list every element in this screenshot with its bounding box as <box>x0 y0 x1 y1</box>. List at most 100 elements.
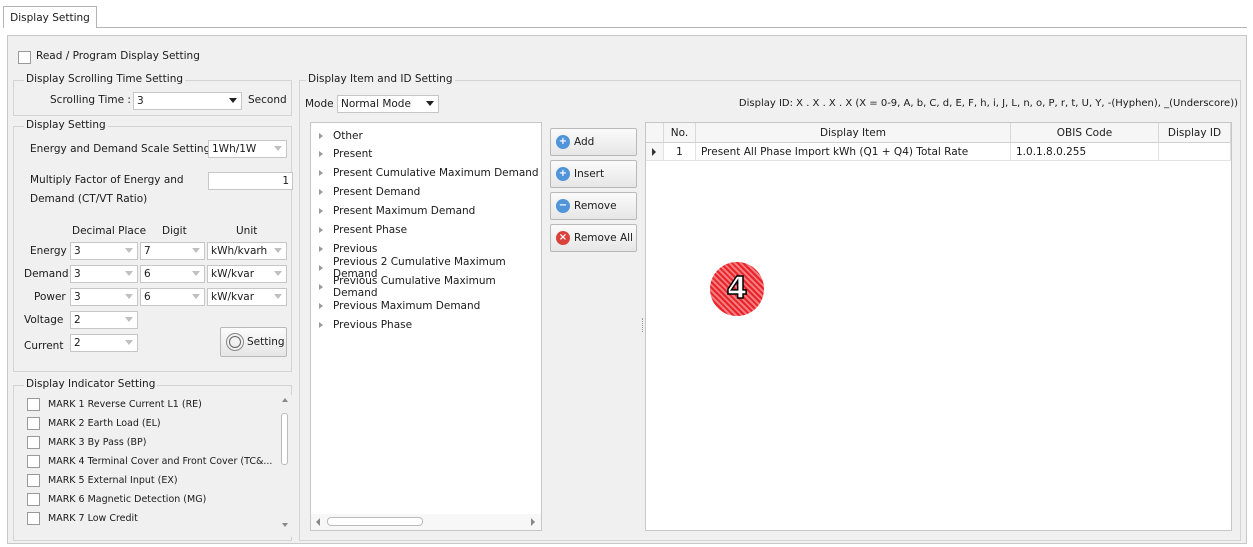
grid-header-display-item-label: Display Item <box>820 126 886 139</box>
insert-button[interactable]: + Insert <box>550 160 637 188</box>
read-program-checkbox[interactable] <box>18 51 31 64</box>
indicator-item-7[interactable]: MARK 7 Low Credit <box>27 509 138 527</box>
expand-arrow-icon[interactable] <box>319 208 323 214</box>
table-cell-obis-code-value: 1.0.1.8.0.255 <box>1016 145 1087 158</box>
expand-arrow-icon[interactable] <box>319 151 323 157</box>
grid-header-obis-code[interactable]: OBIS Code <box>1011 123 1159 143</box>
indicator-item-6[interactable]: MARK 6 Magnetic Detection (MG) <box>27 490 206 508</box>
demand-unit-combo[interactable]: kW/kvar <box>207 265 287 283</box>
energy-decimal-combo[interactable]: 3 <box>70 242 138 260</box>
energy-digit-value: 7 <box>144 245 151 257</box>
expand-arrow-icon[interactable] <box>319 284 323 290</box>
chevron-down-icon <box>274 294 282 299</box>
table-cell-display-item[interactable]: Present All Phase Import kWh (Q1 + Q4) T… <box>696 143 1011 161</box>
scrolling-time-value: 3 <box>137 95 144 107</box>
table-cell-no[interactable]: 1 <box>664 143 696 161</box>
multiply-factor-value: 1 <box>282 175 289 187</box>
setting-button[interactable]: Setting <box>220 327 287 357</box>
display-item-grid[interactable]: No. Display Item OBIS Code Display ID 1 … <box>645 122 1232 531</box>
tree-hscrollbar[interactable] <box>311 514 541 530</box>
tree-item-previous-cumulative-max-demand[interactable]: Previous Cumulative Maximum Demand <box>319 275 541 299</box>
tree-item-other[interactable]: Other <box>319 127 363 145</box>
col-unit: Unit <box>236 225 258 237</box>
expand-arrow-icon[interactable] <box>319 322 323 328</box>
scroll-left-icon[interactable] <box>316 518 320 526</box>
indicator-item-1[interactable]: MARK 1 Reverse Current L1 (RE) <box>27 395 202 413</box>
remove-all-button[interactable]: × Remove All <box>550 224 637 252</box>
table-cell-display-id[interactable] <box>1159 143 1231 161</box>
expand-arrow-icon[interactable] <box>319 189 323 195</box>
indicator-scrollbar[interactable] <box>279 395 291 531</box>
energy-decimal-value: 3 <box>74 245 81 257</box>
add-button[interactable]: + Add <box>550 128 637 156</box>
tree-item-present-phase[interactable]: Present Phase <box>319 221 407 239</box>
tree-item-present-cumulative-max-demand[interactable]: Present Cumulative Maximum Demand <box>319 164 539 182</box>
indicator-checkbox-2[interactable] <box>27 416 40 430</box>
remove-button[interactable]: − Remove <box>550 192 637 220</box>
scrolling-time-combo[interactable]: 3 <box>133 92 242 110</box>
display-indicator-group-title: Display Indicator Setting <box>24 378 158 390</box>
current-row-arrow-icon <box>652 147 656 156</box>
current-decimal-combo[interactable]: 2 <box>70 334 138 352</box>
table-row-indicator[interactable] <box>646 143 664 161</box>
power-digit-combo[interactable]: 6 <box>140 288 205 306</box>
scroll-up-icon[interactable] <box>282 398 288 402</box>
expand-arrow-icon[interactable] <box>319 246 323 252</box>
grid-row-header-corner <box>646 123 664 143</box>
energy-digit-combo[interactable]: 7 <box>140 242 205 260</box>
power-decimal-combo[interactable]: 3 <box>70 288 138 306</box>
tree-item-present-max-demand[interactable]: Present Maximum Demand <box>319 202 475 220</box>
chevron-down-icon <box>125 271 133 276</box>
scale-setting-value: 1Wh/1W <box>212 143 257 155</box>
indicator-checkbox-1[interactable] <box>27 397 40 411</box>
indicator-checkbox-4[interactable] <box>27 454 40 468</box>
splitter-grip[interactable] <box>642 318 644 332</box>
scroll-down-icon[interactable] <box>282 523 288 527</box>
voltage-decimal-combo[interactable]: 2 <box>70 311 138 329</box>
tree-item-present-demand[interactable]: Present Demand <box>319 183 420 201</box>
indicator-item-5[interactable]: MARK 5 External Input (EX) <box>27 471 178 489</box>
expand-arrow-icon[interactable] <box>319 227 323 233</box>
display-item-tree[interactable]: Other Present Present Cumulative Maximum… <box>310 122 542 531</box>
grid-header-display-item[interactable]: Display Item <box>696 123 1011 143</box>
tab-display-setting[interactable]: Display Setting <box>3 6 97 28</box>
expand-arrow-icon[interactable] <box>319 265 323 271</box>
indicator-checkbox-5[interactable] <box>27 473 40 487</box>
scroll-right-icon[interactable] <box>531 518 535 526</box>
indicator-list[interactable]: MARK 1 Reverse Current L1 (RE) MARK 2 Ea… <box>20 395 292 537</box>
energy-unit-combo[interactable]: kWh/kvarh <box>207 242 287 260</box>
plus-icon: + <box>556 135 570 149</box>
expand-arrow-icon[interactable] <box>319 303 323 309</box>
indicator-label-2: MARK 2 Earth Load (EL) <box>48 417 161 429</box>
scale-setting-combo[interactable]: 1Wh/1W <box>208 140 287 158</box>
tree-item-previous-max-demand[interactable]: Previous Maximum Demand <box>319 297 480 315</box>
expand-arrow-icon[interactable] <box>319 170 323 176</box>
demand-digit-combo[interactable]: 6 <box>140 265 205 283</box>
expand-arrow-icon[interactable] <box>319 133 323 139</box>
indicator-checkbox-7[interactable] <box>27 511 40 525</box>
voltage-decimal-value: 2 <box>74 314 81 326</box>
mode-combo[interactable]: Normal Mode <box>337 95 439 113</box>
indicator-checkbox-6[interactable] <box>27 492 40 506</box>
table-cell-obis-code[interactable]: 1.0.1.8.0.255 <box>1011 143 1159 161</box>
add-button-label: Add <box>574 136 595 148</box>
tree-item-present[interactable]: Present <box>319 145 372 163</box>
power-label: Power <box>34 291 66 303</box>
tree-item-previous-phase[interactable]: Previous Phase <box>319 316 412 334</box>
indicator-item-2[interactable]: MARK 2 Earth Load (EL) <box>27 414 161 432</box>
grid-header-display-id[interactable]: Display ID <box>1159 123 1231 143</box>
indicator-item-4[interactable]: MARK 4 Terminal Cover and Front Cover (T… <box>27 452 272 470</box>
tree-scroll-thumb[interactable] <box>327 517 423 526</box>
demand-decimal-combo[interactable]: 3 <box>70 265 138 283</box>
indicator-label-3: MARK 3 By Pass (BP) <box>48 436 147 448</box>
tree-item-label: Previous Cumulative Maximum Demand <box>333 275 496 299</box>
power-unit-combo[interactable]: kW/kvar <box>207 288 287 306</box>
indicator-scroll-thumb[interactable] <box>281 413 288 465</box>
grid-header-no[interactable]: No. <box>664 123 696 143</box>
multiply-factor-input[interactable]: 1 <box>208 172 293 190</box>
indicator-checkbox-3[interactable] <box>27 435 40 449</box>
indicator-label-7: MARK 7 Low Credit <box>48 512 138 524</box>
col-decimal-place: Decimal Place <box>72 225 147 237</box>
insert-button-label: Insert <box>574 168 605 180</box>
indicator-item-3[interactable]: MARK 3 By Pass (BP) <box>27 433 146 451</box>
